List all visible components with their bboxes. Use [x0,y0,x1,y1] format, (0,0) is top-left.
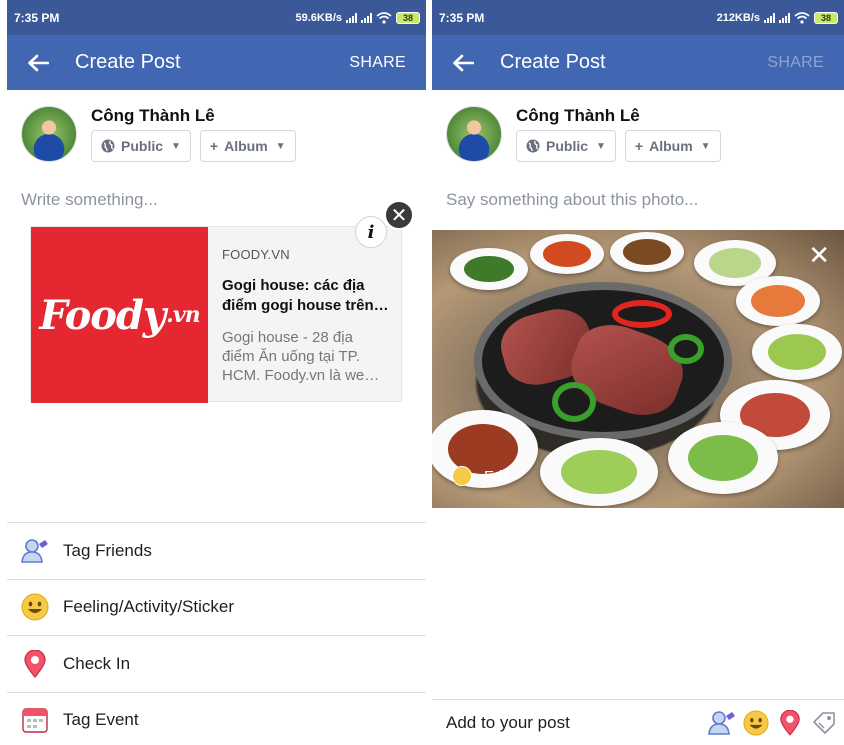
info-icon[interactable]: i [355,216,387,248]
signal-icon [779,12,790,23]
privacy-label: Public [121,138,164,154]
pepper-image-part [612,300,672,328]
side-dish-image-part [668,422,778,494]
back-arrow-icon[interactable] [27,51,51,75]
link-title: Gogi house: các địa điểm gogi house trên… [222,277,389,314]
network-speed: 212KB/s [716,11,760,24]
signal-icon [361,12,372,23]
status-time: 7:35 PM [14,10,60,25]
remove-photo-close-icon[interactable]: ✕ [808,242,830,268]
page-title: Create Post [500,51,606,73]
remove-link-close-icon[interactable]: ✕ [384,200,414,230]
caret-down-icon: ▼ [700,140,711,152]
wifi-icon [794,11,810,24]
side-dish-image-part [752,324,842,380]
side-dish-image-part [610,232,684,272]
network-speed: 59.6KB/s [295,11,342,24]
calendar-icon [21,706,49,734]
side-dish-image-part [736,276,820,326]
signal-icon [346,12,357,23]
option-feeling[interactable]: Feeling/Activity/Sticker [7,578,426,636]
edit-label: Edit [484,467,510,485]
plus-icon: + [209,138,219,154]
side-dish-image-part [450,248,528,290]
privacy-selector[interactable]: Public ▼ [516,130,616,162]
tag-icon[interactable] [810,709,838,737]
caret-down-icon: ▼ [596,140,606,152]
signal-icon [764,12,775,23]
option-label: Tag Event [63,710,139,730]
location-pin-icon[interactable] [776,709,804,737]
location-pin-icon [21,649,49,678]
privacy-label: Public [546,138,589,154]
pepper-image-part [552,382,596,422]
side-dish-image-part [540,438,658,506]
user-header: Công Thành Lê Public ▼ + Album ▼ [432,90,844,180]
link-domain: FOODY.VN [222,247,290,262]
globe-icon [526,139,540,153]
tag-friends-icon [21,537,49,565]
album-label: Album [649,138,693,154]
link-description: Gogi house - 28 địa điểm Ăn uống tại TP.… [222,329,380,384]
link-thumbnail: Foody .vn [31,227,208,403]
battery-icon: 38 [814,11,838,24]
album-selector[interactable]: + Album ▼ [624,130,721,162]
status-bar: 7:35 PM 212KB/s 38 [432,0,844,35]
option-label: Feeling/Activity/Sticker [63,597,234,617]
app-bar: Create Post SHARE [7,35,426,90]
avatar[interactable] [21,106,77,162]
status-time: 7:35 PM [439,10,485,25]
left-screen: 7:35 PM 59.6KB/s 38 Create Post SHARE Cô… [7,0,426,745]
option-label: Check In [63,653,131,673]
globe-icon [101,139,115,153]
privacy-selector[interactable]: Public ▼ [91,130,191,162]
smiley-icon [452,466,472,486]
avatar[interactable] [446,106,502,162]
status-indicators: 212KB/s 38 [716,11,838,24]
battery-icon: 38 [396,11,420,24]
wifi-icon [376,11,392,24]
plus-icon: + [634,138,644,154]
user-header: Công Thành Lê Public ▼ + Album ▼ [7,90,426,180]
user-name: Công Thành Lê [516,106,640,125]
album-label: Album [224,138,268,154]
composer-input[interactable]: Write something... [7,180,426,220]
foody-logo-suffix: .vn [166,302,200,328]
foody-logo-text: Foody [39,291,166,339]
back-arrow-icon[interactable] [452,51,476,75]
status-bar: 7:35 PM 59.6KB/s 38 [7,0,426,35]
attached-photo[interactable]: ✕ Edit [432,230,844,508]
option-tag-friends[interactable]: Tag Friends [7,522,426,579]
add-to-post-label: Add to your post [446,712,570,732]
page-title: Create Post [75,51,181,73]
app-bar: Create Post SHARE [432,35,844,90]
side-dish-image-part [530,234,604,274]
share-button[interactable]: SHARE [767,54,824,72]
right-screen: 7:35 PM 212KB/s 38 Create Post SHARE Côn… [432,0,844,745]
add-to-post-bar[interactable]: Add to your post [432,699,844,745]
composer-input[interactable]: Say something about this photo... [432,180,844,220]
tag-friends-icon[interactable] [708,709,736,737]
option-check-in[interactable]: Check In [7,635,426,692]
status-indicators: 59.6KB/s 38 [295,11,420,24]
option-tag-event[interactable]: Tag Event [7,691,426,745]
smiley-icon[interactable] [742,709,770,737]
option-label: Tag Friends [63,540,152,560]
smiley-icon [21,593,49,621]
link-preview[interactable]: Foody .vn FOODY.VN Gogi house: các địa đi… [30,200,414,403]
album-selector[interactable]: + Album ▼ [199,130,296,162]
post-options-list: Tag Friends Feeling/Activity/Sticker Che… [7,522,426,745]
share-button[interactable]: SHARE [349,54,406,72]
caret-down-icon: ▼ [171,140,181,152]
pepper-image-part [668,334,704,364]
caret-down-icon: ▼ [275,140,286,152]
app-root: 7:35 PM 59.6KB/s 38 Create Post SHARE Cô… [0,0,844,745]
user-name: Công Thành Lê [91,106,215,125]
edit-photo-button[interactable]: Edit [452,466,510,486]
